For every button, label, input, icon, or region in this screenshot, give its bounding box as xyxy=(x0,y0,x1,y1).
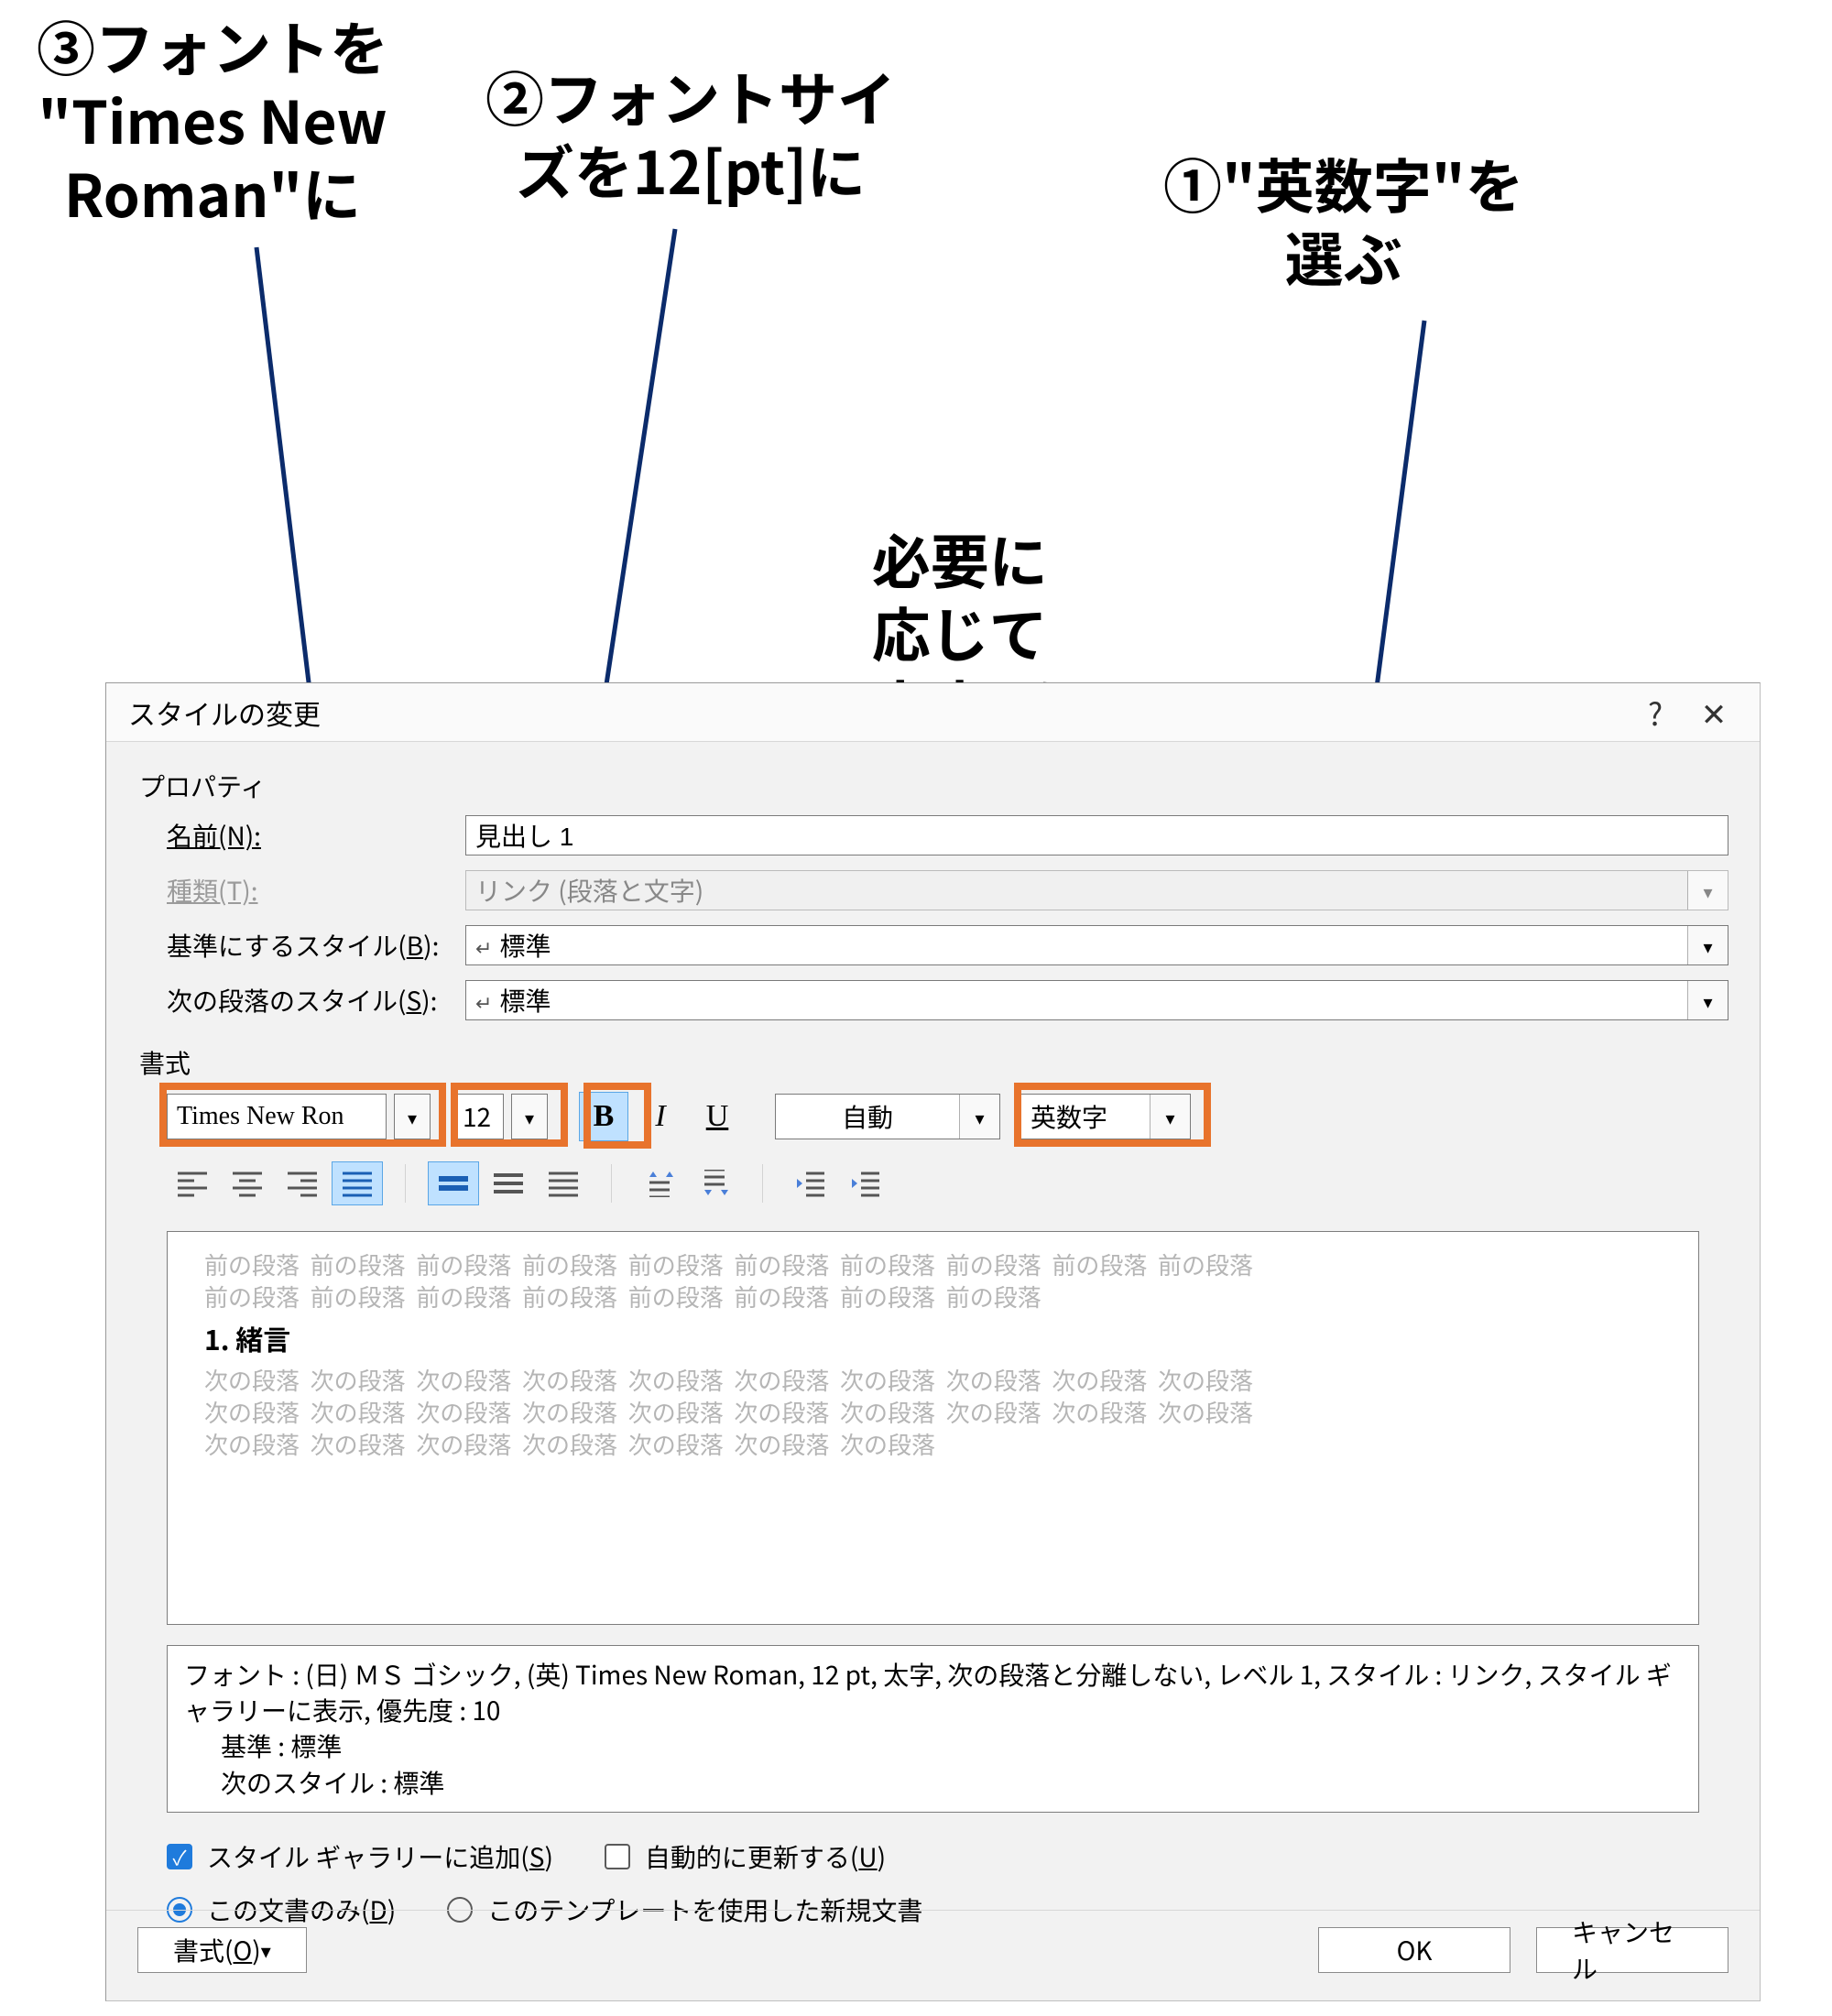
align-left-button[interactable] xyxy=(167,1161,218,1205)
font-size-input[interactable]: 12 xyxy=(453,1094,504,1139)
label-based: 基準にするスタイル(B): xyxy=(167,927,465,964)
chevron-down-icon: ▾ xyxy=(1687,871,1728,910)
font-name-input[interactable]: Times New Ron xyxy=(167,1094,387,1139)
sample-text: 1. 緒言 xyxy=(204,1318,1662,1358)
cancel-button[interactable]: キャンセル xyxy=(1536,1927,1728,1973)
next-value: 標準 xyxy=(466,981,1687,1019)
desc-line-2: 基準 : 標準 xyxy=(184,1728,1682,1764)
font-color-value: 自動 xyxy=(776,1095,959,1139)
callout-3: ③フォントを "Times New Roman"に xyxy=(37,9,388,229)
font-name-dropdown[interactable]: ▾ xyxy=(394,1094,431,1139)
label-type: 種類(T): xyxy=(167,872,465,909)
line-spacing-1-5-button[interactable] xyxy=(483,1161,534,1205)
label-next: 次の段落のスタイル(S): xyxy=(167,982,465,1019)
callout-2: ②フォントサイ ズを12[pt]に xyxy=(485,60,896,206)
modify-style-dialog: スタイルの変更 ? ✕ プロパティ 名前(N): 種類(T): リンク (段落と… xyxy=(105,682,1761,2001)
align-right-button[interactable] xyxy=(277,1161,328,1205)
space-before-button[interactable] xyxy=(634,1161,685,1205)
callout-1: ①"英数字"を 選ぶ xyxy=(1163,147,1523,293)
based-value: 標準 xyxy=(466,926,1687,964)
prev-para-line: 前の段落 前の段落 前の段落 前の段落 前の段落 前の段落 前の段落 前の段落 … xyxy=(204,1248,1662,1280)
next-para-line: 次の段落 次の段落 次の段落 次の段落 次の段落 次の段落 次の段落 xyxy=(204,1428,1662,1460)
format-toolbar-2 xyxy=(167,1161,1728,1205)
label-name: 名前(N): xyxy=(167,817,465,854)
align-justify-button[interactable] xyxy=(332,1161,383,1205)
row-based: 基準にするスタイル(B): 標準 ▾ xyxy=(167,925,1728,965)
increase-indent-button[interactable] xyxy=(840,1161,891,1205)
next-para-line: 次の段落 次の段落 次の段落 次の段落 次の段落 次の段落 次の段落 次の段落 … xyxy=(204,1364,1662,1396)
style-preview: 前の段落 前の段落 前の段落 前の段落 前の段落 前の段落 前の段落 前の段落 … xyxy=(167,1231,1699,1625)
close-button[interactable]: ✕ xyxy=(1685,683,1743,742)
button-bar: 書式(O) OK キャンセル xyxy=(106,1910,1760,2000)
ok-button[interactable]: OK xyxy=(1318,1927,1510,1973)
auto-update-checkbox[interactable]: ✓ xyxy=(605,1844,630,1869)
title-bar: スタイルの変更 ? ✕ xyxy=(106,683,1760,742)
format-menu-button[interactable]: 書式(O) xyxy=(137,1927,307,1973)
line-spacing-2-button[interactable] xyxy=(538,1161,589,1205)
script-value: 英数字 xyxy=(1021,1095,1150,1139)
format-toolbar-1: Times New Ron ▾ 12 ▾ B I U 自動 ▾ 英数字 ▾ xyxy=(167,1092,1728,1141)
row-type: 種類(T): リンク (段落と文字) ▾ xyxy=(167,870,1728,910)
script-combo[interactable]: 英数字 ▾ xyxy=(1020,1094,1191,1139)
font-color-combo[interactable]: 自動 ▾ xyxy=(775,1094,1000,1139)
decrease-indent-button[interactable] xyxy=(785,1161,836,1205)
bold-button[interactable]: B xyxy=(579,1092,628,1141)
section-properties: プロパティ xyxy=(139,768,1728,804)
chevron-down-icon[interactable]: ▾ xyxy=(959,1095,999,1139)
italic-button[interactable]: I xyxy=(636,1092,685,1141)
dialog-title: スタイルの変更 xyxy=(128,692,1626,733)
auto-update-label: 自動的に更新する(U) xyxy=(645,1838,886,1875)
next-para-line: 次の段落 次の段落 次の段落 次の段落 次の段落 次の段落 次の段落 次の段落 … xyxy=(204,1396,1662,1428)
type-value: リンク (段落と文字) xyxy=(466,871,1687,910)
space-after-button[interactable] xyxy=(689,1161,740,1205)
row-name: 名前(N): xyxy=(167,815,1728,855)
type-combo: リンク (段落と文字) ▾ xyxy=(465,870,1728,910)
name-input[interactable] xyxy=(465,815,1728,855)
font-size-dropdown[interactable]: ▾ xyxy=(511,1094,548,1139)
align-center-button[interactable] xyxy=(222,1161,273,1205)
chevron-down-icon[interactable]: ▾ xyxy=(1150,1095,1190,1139)
chevron-down-icon[interactable]: ▾ xyxy=(1687,926,1728,964)
row-next: 次の段落のスタイル(S): 標準 ▾ xyxy=(167,980,1728,1020)
add-to-gallery-label: スタイル ギャラリーに追加(S) xyxy=(207,1838,553,1875)
style-description: フォント : (日) ＭＳ ゴシック, (英) Times New Roman,… xyxy=(167,1645,1699,1813)
line-spacing-1-button[interactable] xyxy=(428,1161,479,1205)
desc-line-3: 次のスタイル : 標準 xyxy=(184,1765,1682,1801)
desc-line-1: フォント : (日) ＭＳ ゴシック, (英) Times New Roman,… xyxy=(184,1657,1682,1728)
based-combo[interactable]: 標準 ▾ xyxy=(465,925,1728,965)
underline-button[interactable]: U xyxy=(692,1092,742,1141)
prev-para-line: 前の段落 前の段落 前の段落 前の段落 前の段落 前の段落 前の段落 前の段落 xyxy=(204,1280,1662,1313)
add-to-gallery-checkbox[interactable]: ✓ xyxy=(167,1844,192,1869)
help-button[interactable]: ? xyxy=(1626,683,1685,742)
chevron-down-icon[interactable]: ▾ xyxy=(1687,981,1728,1019)
section-format: 書式 xyxy=(139,1044,1728,1081)
next-combo[interactable]: 標準 ▾ xyxy=(465,980,1728,1020)
